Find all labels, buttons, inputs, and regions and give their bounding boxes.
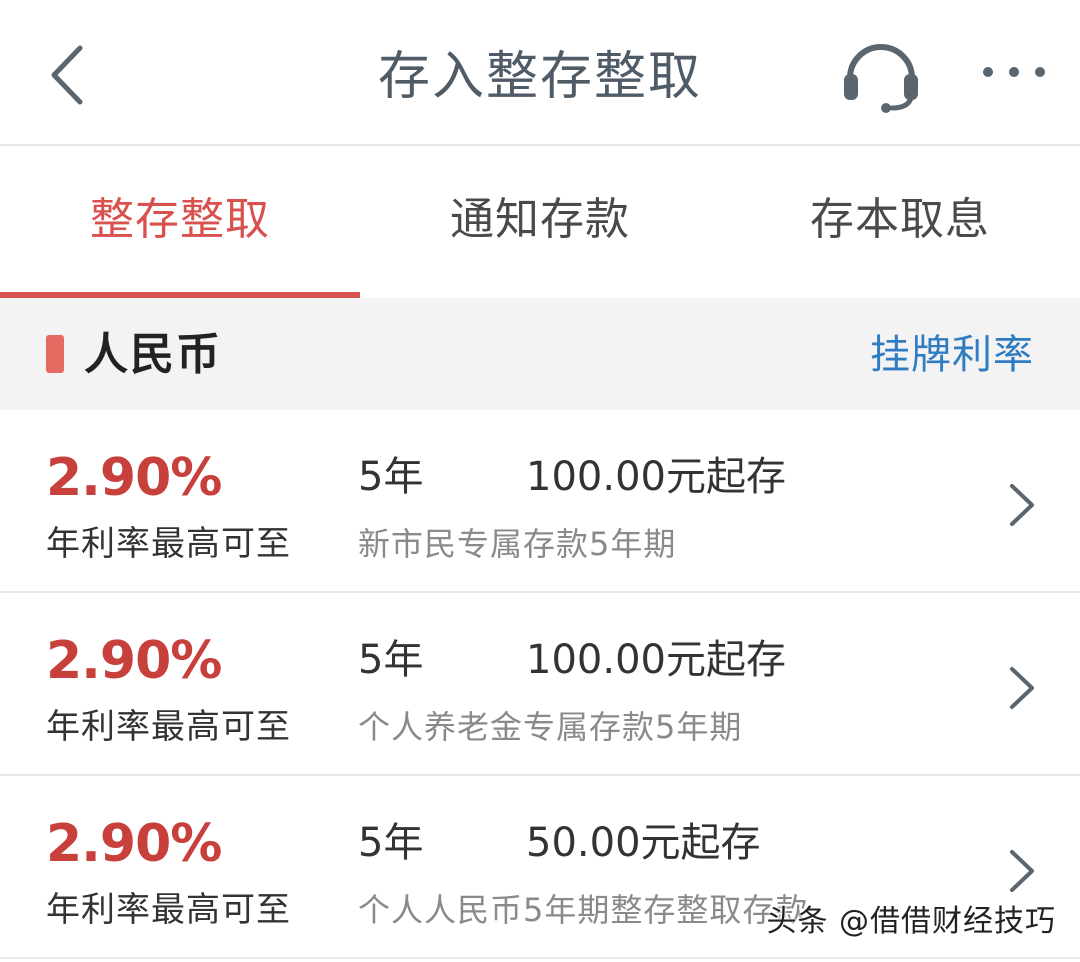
tab-label: 存本取息 — [810, 194, 990, 245]
rate-value: 2.90% — [46, 814, 222, 874]
rate-label: 年利率最高可至 — [46, 890, 291, 930]
minimum-deposit: 50.00元起存 — [526, 820, 761, 866]
tab-notice-deposit[interactable]: 通知存款 — [360, 148, 720, 298]
headset-icon — [844, 44, 918, 113]
term: 5年 — [358, 637, 424, 683]
chevron-right-icon — [1010, 850, 1034, 892]
currency-section-header: 人民币 挂牌利率 — [0, 298, 1080, 410]
chevron-right-icon — [1010, 667, 1034, 709]
product-name: 个人人民币5年期整存整取存款 — [358, 891, 809, 929]
listed-rates-link[interactable]: 挂牌利率 — [870, 330, 1034, 380]
tab-label: 通知存款 — [450, 194, 630, 245]
minimum-deposit: 100.00元起存 — [526, 637, 786, 683]
product-name: 个人养老金专属存款5年期 — [358, 708, 743, 746]
section-marker — [46, 335, 64, 373]
back-button[interactable] — [40, 40, 100, 110]
minimum-deposit: 100.00元起存 — [526, 454, 786, 500]
chevron-right-icon — [1010, 484, 1034, 526]
product-row[interactable]: 2.90% 年利率最高可至 5年 100.00元起存 新市民专属存款5年期 — [0, 410, 1080, 593]
chevron-left-icon — [51, 45, 83, 105]
product-row[interactable]: 2.90% 年利率最高可至 5年 100.00元起存 个人养老金专属存款5年期 — [0, 593, 1080, 776]
top-bar: 存入整存整取 — [0, 0, 1080, 146]
tab-lump-sum[interactable]: 整存整取 — [0, 148, 360, 298]
rate-value: 2.90% — [46, 631, 222, 691]
product-list: 2.90% 年利率最高可至 5年 100.00元起存 新市民专属存款5年期 2.… — [0, 410, 1080, 959]
product-name: 新市民专属存款5年期 — [358, 525, 677, 563]
rate-value: 2.90% — [46, 448, 222, 508]
tab-label: 整存整取 — [90, 194, 270, 245]
product-row[interactable]: 2.90% 年利率最高可至 5年 50.00元起存 个人人民币5年期整存整取存款 — [0, 776, 1080, 959]
rate-label: 年利率最高可至 — [46, 524, 291, 564]
rate-label: 年利率最高可至 — [46, 707, 291, 747]
section-title: 人民币 — [84, 329, 222, 380]
more-dots-icon — [983, 67, 1045, 77]
deposit-type-tabs: 整存整取 通知存款 存本取息 — [0, 148, 1080, 298]
customer-service-button[interactable] — [836, 34, 926, 114]
term: 5年 — [358, 820, 424, 866]
term: 5年 — [358, 454, 424, 500]
tab-interest-withdrawal[interactable]: 存本取息 — [720, 148, 1080, 298]
more-button[interactable] — [978, 52, 1050, 92]
